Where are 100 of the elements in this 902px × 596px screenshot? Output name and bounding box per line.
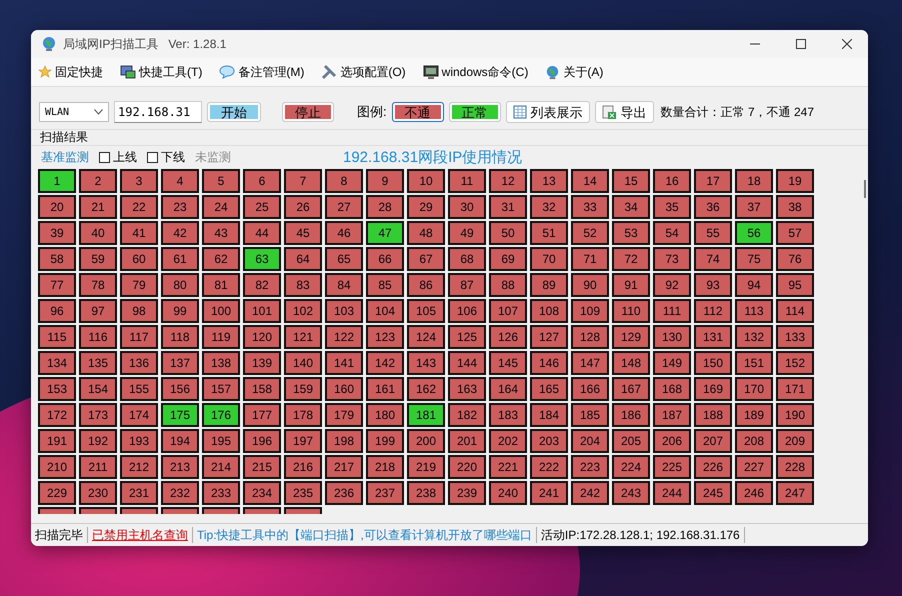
- ip-cell[interactable]: 207: [694, 429, 732, 453]
- ip-cell[interactable]: 162: [407, 377, 445, 401]
- ip-cell[interactable]: 229: [38, 481, 76, 505]
- ip-cell[interactable]: 33: [571, 195, 609, 219]
- ip-cell[interactable]: 31: [489, 195, 527, 219]
- ip-cell[interactable]: 225: [653, 455, 691, 479]
- ip-cell[interactable]: 44: [243, 221, 281, 245]
- ip-cell[interactable]: 73: [653, 247, 691, 271]
- ip-cell[interactable]: 233: [202, 481, 240, 505]
- ip-cell[interactable]: 121: [284, 325, 322, 349]
- ip-cell[interactable]: 183: [489, 403, 527, 427]
- ip-cell[interactable]: 102: [284, 299, 322, 323]
- ip-cell[interactable]: 180: [366, 403, 404, 427]
- ip-cell[interactable]: 20: [38, 195, 76, 219]
- ip-cell[interactable]: 7: [284, 169, 322, 193]
- ip-cell[interactable]: 208: [735, 429, 773, 453]
- ip-cell[interactable]: 12: [489, 169, 527, 193]
- ip-cell[interactable]: 122: [325, 325, 363, 349]
- ip-cell[interactable]: 53: [612, 221, 650, 245]
- ip-cell[interactable]: 204: [571, 429, 609, 453]
- ip-cell[interactable]: 189: [735, 403, 773, 427]
- ip-cell[interactable]: 24: [202, 195, 240, 219]
- ip-cell[interactable]: 23: [161, 195, 199, 219]
- ip-cell[interactable]: 114: [776, 299, 814, 323]
- ip-cell[interactable]: 87: [448, 273, 486, 297]
- ip-cell[interactable]: 75: [735, 247, 773, 271]
- menu-item[interactable]: 选项配置(O): [321, 64, 406, 80]
- ip-cell[interactable]: 129: [612, 325, 650, 349]
- ip-cell[interactable]: 146: [530, 351, 568, 375]
- ip-cell[interactable]: 178: [284, 403, 322, 427]
- ip-cell[interactable]: 5: [202, 169, 240, 193]
- ip-cell[interactable]: 29: [407, 195, 445, 219]
- ip-cell[interactable]: 106: [448, 299, 486, 323]
- ip-cell[interactable]: 176: [202, 403, 240, 427]
- ip-cell[interactable]: 127: [530, 325, 568, 349]
- ip-cell[interactable]: 216: [284, 455, 322, 479]
- ip-cell[interactable]: 218: [366, 455, 404, 479]
- ip-cell[interactable]: 1: [38, 169, 76, 193]
- ip-cell[interactable]: 105: [407, 299, 445, 323]
- ip-cell[interactable]: 43: [202, 221, 240, 245]
- ip-cell[interactable]: 22: [120, 195, 158, 219]
- ip-cell[interactable]: 72: [612, 247, 650, 271]
- ip-cell[interactable]: 21: [79, 195, 117, 219]
- ip-cell[interactable]: 135: [79, 351, 117, 375]
- ip-cell[interactable]: 206: [653, 429, 691, 453]
- ip-cell[interactable]: 151: [735, 351, 773, 375]
- ip-cell[interactable]: 222: [530, 455, 568, 479]
- ip-cell[interactable]: 221: [489, 455, 527, 479]
- ip-cell[interactable]: 217: [325, 455, 363, 479]
- ip-cell[interactable]: 157: [202, 377, 240, 401]
- ip-cell[interactable]: 38: [776, 195, 814, 219]
- ip-cell[interactable]: 235: [284, 481, 322, 505]
- ip-cell[interactable]: 18: [735, 169, 773, 193]
- ip-cell[interactable]: 150: [694, 351, 732, 375]
- ip-cell[interactable]: 244: [653, 481, 691, 505]
- ip-cell[interactable]: 40: [79, 221, 117, 245]
- ip-cell[interactable]: 156: [161, 377, 199, 401]
- ip-cell[interactable]: 91: [612, 273, 650, 297]
- ip-cell[interactable]: 108: [530, 299, 568, 323]
- ip-cell[interactable]: 99: [161, 299, 199, 323]
- ip-cell[interactable]: 194: [161, 429, 199, 453]
- ip-cell[interactable]: 137: [161, 351, 199, 375]
- ip-cell[interactable]: 14: [571, 169, 609, 193]
- ip-cell[interactable]: 39: [38, 221, 76, 245]
- ip-cell[interactable]: 184: [530, 403, 568, 427]
- ip-cell[interactable]: 61: [161, 247, 199, 271]
- ip-cell[interactable]: 164: [489, 377, 527, 401]
- ip-cell[interactable]: 205: [612, 429, 650, 453]
- ip-cell[interactable]: 214: [202, 455, 240, 479]
- ip-cell[interactable]: 199: [366, 429, 404, 453]
- ip-cell[interactable]: [161, 507, 199, 514]
- ip-cell[interactable]: 16: [653, 169, 691, 193]
- menu-item[interactable]: 备注管理(M): [219, 64, 304, 80]
- ip-cell[interactable]: 70: [530, 247, 568, 271]
- ip-cell[interactable]: 240: [489, 481, 527, 505]
- ip-cell[interactable]: 81: [202, 273, 240, 297]
- ip-cell[interactable]: 219: [407, 455, 445, 479]
- ip-cell[interactable]: 65: [325, 247, 363, 271]
- ip-cell[interactable]: 159: [284, 377, 322, 401]
- ip-cell[interactable]: [284, 507, 322, 514]
- ip-cell[interactable]: 25: [243, 195, 281, 219]
- ip-cell[interactable]: 56: [735, 221, 773, 245]
- ip-cell[interactable]: 239: [448, 481, 486, 505]
- ip-cell[interactable]: 177: [243, 403, 281, 427]
- ip-cell[interactable]: 46: [325, 221, 363, 245]
- ip-cell[interactable]: 131: [694, 325, 732, 349]
- ip-cell[interactable]: 117: [120, 325, 158, 349]
- ip-cell[interactable]: 109: [571, 299, 609, 323]
- ip-cell[interactable]: 50: [489, 221, 527, 245]
- ip-cell[interactable]: 169: [694, 377, 732, 401]
- ip-cell[interactable]: 227: [735, 455, 773, 479]
- ip-cell[interactable]: 98: [120, 299, 158, 323]
- ip-cell[interactable]: 182: [448, 403, 486, 427]
- ip-cell[interactable]: 118: [161, 325, 199, 349]
- ip-cell[interactable]: 27: [325, 195, 363, 219]
- menu-item[interactable]: 关于(A): [545, 64, 604, 80]
- ip-cell[interactable]: 228: [776, 455, 814, 479]
- ip-cell[interactable]: 172: [38, 403, 76, 427]
- ip-cell[interactable]: [79, 507, 117, 514]
- ip-cell[interactable]: 145: [489, 351, 527, 375]
